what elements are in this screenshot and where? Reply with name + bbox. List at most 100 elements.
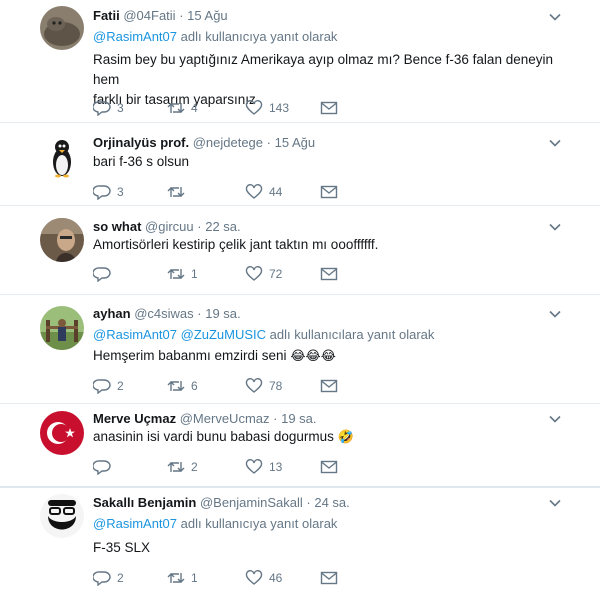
reply-context: @RasimAnt07 adlı kullanıcıya yanıt olara…: [93, 516, 337, 532]
chevron-down-icon[interactable]: [548, 136, 562, 150]
display-name[interactable]: Sakallı Benjamin: [93, 495, 196, 510]
like-icon: [245, 184, 263, 199]
tweet[interactable]: Merve Uçmaz @MerveUcmaz · 19 sa. anasini…: [0, 404, 600, 486]
chevron-down-icon[interactable]: [548, 412, 562, 426]
tweet-text-line: Amortisörleri kestirip çelik jant taktın…: [93, 237, 379, 252]
tweet-text-line: Rasim bey bu yaptığınız Amerikaya ayıp o…: [93, 52, 553, 87]
tweet[interactable]: so what @gircuu · 22 sa. Amortisörleri k…: [0, 206, 600, 294]
user-handle[interactable]: @c4siwas: [134, 306, 193, 321]
reply-icon: [93, 379, 111, 394]
tweet-header: Fatii @04Fatii · 15 Ağu: [93, 8, 228, 24]
retweet-count: 6: [191, 379, 198, 393]
tweet[interactable]: Orjinalyüs prof. @nejdetege · 15 Ağu bar…: [0, 123, 600, 205]
tweet-header: Orjinalyüs prof. @nejdetege · 15 Ağu: [93, 135, 315, 151]
tweet-text: F-35 SLX: [93, 538, 563, 558]
like-icon: [245, 459, 263, 474]
retweet-icon: [167, 573, 185, 583]
avatar[interactable]: [40, 6, 84, 50]
avatar[interactable]: [40, 218, 84, 262]
user-handle[interactable]: @MerveUcmaz: [180, 411, 270, 426]
chevron-down-icon[interactable]: [548, 10, 562, 24]
timestamp[interactable]: 19 sa.: [205, 306, 240, 321]
reply-context-label: adlı kullanıcıya yanıt olarak: [177, 29, 338, 44]
reply-icon: [93, 460, 111, 475]
timestamp[interactable]: 15 Ağu: [187, 8, 228, 23]
retweet-icon: [167, 187, 185, 197]
timestamp[interactable]: 24 sa.: [314, 495, 349, 510]
display-name[interactable]: Fatii: [93, 8, 120, 23]
tweet-text: Amortisörleri kestirip çelik jant taktın…: [93, 235, 563, 255]
like-count: 143: [269, 101, 290, 115]
display-name[interactable]: so what: [93, 219, 141, 234]
timestamp[interactable]: 22 sa.: [205, 219, 240, 234]
display-name[interactable]: Merve Uçmaz: [93, 411, 176, 426]
reply-context-label: adlı kullanıcıya yanıt olarak: [177, 516, 338, 531]
separator-dot: ·: [197, 306, 202, 321]
reply-icon: [93, 185, 111, 200]
user-handle[interactable]: @BenjaminSakall: [200, 495, 303, 510]
display-name[interactable]: ayhan: [93, 306, 131, 321]
chevron-down-icon[interactable]: [548, 220, 562, 234]
tweet-text-line: Hemşerim babanmı emzirdi seni: [93, 348, 287, 363]
retweet-count: 1: [191, 571, 198, 585]
reply-mention-link[interactable]: @RasimAnt07 @ZuZuMUSIC: [93, 327, 266, 342]
avatar[interactable]: [40, 494, 84, 538]
like-count: 44: [269, 185, 283, 199]
display-name[interactable]: Orjinalyüs prof.: [93, 135, 189, 150]
reply-count: 3: [117, 101, 124, 115]
like-count: 78: [269, 379, 283, 393]
reply-icon: [93, 571, 111, 586]
chevron-down-icon[interactable]: [548, 307, 562, 321]
avatar[interactable]: [40, 411, 84, 455]
tweet-text: Hemşerim babanmı emzirdi seni 😂😂😂: [93, 346, 563, 367]
reply-count: 3: [117, 185, 124, 199]
retweet-count: 2: [191, 460, 198, 474]
tweet-text-line: F-35 SLX: [93, 540, 151, 555]
retweet-count: 4: [191, 101, 198, 115]
reply-mention-link[interactable]: @RasimAnt07: [93, 29, 177, 44]
tweet[interactable]: Fatii @04Fatii · 15 Ağu @RasimAnt07 adlı…: [0, 0, 600, 122]
tweet-header: Merve Uçmaz @MerveUcmaz · 19 sa.: [93, 411, 317, 427]
retweet-icon: [167, 103, 185, 113]
emoji: 🤣: [337, 430, 354, 445]
dm-icon: [320, 267, 338, 281]
reply-icon: [93, 101, 111, 116]
separator-dot: ·: [306, 495, 311, 510]
like-icon: [245, 570, 263, 585]
timestamp[interactable]: 15 Ağu: [275, 135, 316, 150]
tweet-text-line: anasinin isi vardi bunu babasi dogurmus: [93, 429, 334, 444]
separator-dot: ·: [179, 8, 184, 23]
retweet-count: 1: [191, 267, 198, 281]
emoji: 😂😂😂: [290, 349, 336, 364]
avatar[interactable]: [40, 135, 84, 179]
retweet-icon: [167, 381, 185, 391]
user-handle[interactable]: @04Fatii: [123, 8, 175, 23]
user-handle[interactable]: @gircuu: [145, 219, 194, 234]
reply-context: @RasimAnt07 adlı kullanıcıya yanıt olara…: [93, 29, 337, 45]
like-icon: [245, 378, 263, 393]
dm-icon: [320, 379, 338, 393]
like-count: 13: [269, 460, 283, 474]
tweet[interactable]: Sakallı Benjamin @BenjaminSakall · 24 sa…: [0, 488, 600, 596]
dm-icon: [320, 460, 338, 474]
avatar[interactable]: [40, 306, 84, 350]
reply-context-label: adlı kullanıcılara yanıt olarak: [266, 327, 435, 342]
tweet-text: anasinin isi vardi bunu babasi dogurmus …: [93, 427, 563, 448]
tweet-text-line: bari f-36 s olsun: [93, 154, 190, 169]
reply-mention-link[interactable]: @RasimAnt07: [93, 516, 177, 531]
tweet-text: bari f-36 s olsun: [93, 152, 563, 172]
dm-icon: [320, 571, 338, 585]
dm-icon: [320, 101, 338, 115]
separator-dot: ·: [266, 135, 271, 150]
chevron-down-icon[interactable]: [548, 496, 562, 510]
retweet-icon: [167, 462, 185, 472]
user-handle[interactable]: @nejdetege: [193, 135, 263, 150]
separator-dot: ·: [273, 411, 278, 426]
reply-context: @RasimAnt07 @ZuZuMUSIC adlı kullanıcılar…: [93, 327, 434, 343]
tweet[interactable]: ayhan @c4siwas · 19 sa. @RasimAnt07 @ZuZ…: [0, 295, 600, 403]
dm-icon: [320, 185, 338, 199]
reply-icon: [93, 267, 111, 282]
like-icon: [245, 266, 263, 281]
timestamp[interactable]: 19 sa.: [281, 411, 316, 426]
like-icon: [245, 100, 263, 115]
